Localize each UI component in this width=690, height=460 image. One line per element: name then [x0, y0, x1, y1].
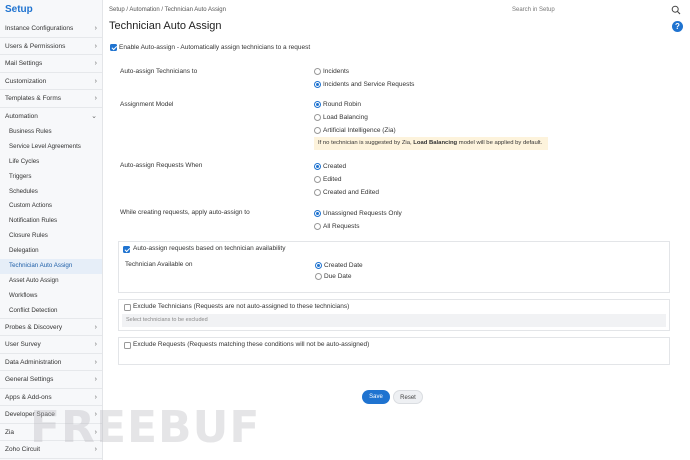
zia-info-note: If no technician is suggested by Zia, Lo… [314, 137, 548, 150]
enable-auto-assign-label: Enable Auto-assign - Automatically assig… [119, 44, 311, 51]
radio-unassigned-only-label: Unassigned Requests Only [323, 210, 402, 217]
exclude-technicians-input[interactable]: Select technicians to be excluded [122, 314, 666, 327]
radio-zia[interactable] [314, 127, 321, 134]
sidebar-item-automation[interactable]: Automation ⌄ [0, 108, 102, 126]
search-icon[interactable] [671, 5, 681, 15]
help-icon[interactable]: ? [672, 21, 683, 32]
chevron-right-icon: › [94, 95, 97, 102]
save-button[interactable]: Save [362, 390, 390, 404]
chevron-right-icon: › [94, 60, 97, 67]
sidebar-subitem-workflows[interactable]: Workflows [0, 289, 102, 304]
sidebar-subitem-sla[interactable]: Service Level Agreements [0, 140, 102, 155]
radio-all-requests-label: All Requests [323, 223, 360, 230]
radio-created-date[interactable] [315, 262, 322, 269]
assignment-model-label: Assignment Model [120, 101, 174, 108]
radio-zia-label: Artificial Intelligence (Zia) [323, 127, 396, 134]
chevron-down-icon: ⌄ [91, 112, 97, 120]
radio-unassigned-only[interactable] [314, 210, 321, 217]
breadcrumb[interactable]: Setup / Automation / Technician Auto Ass… [109, 7, 226, 13]
sidebar-title[interactable]: Setup [0, 0, 102, 20]
sidebar-subitem-triggers[interactable]: Triggers [0, 170, 102, 185]
sidebar-subitem-technician-auto-assign[interactable]: Technician Auto Assign [0, 259, 102, 274]
chevron-right-icon: › [94, 358, 97, 366]
chevron-right-icon: › [94, 376, 97, 384]
radio-created-label: Created [323, 163, 347, 170]
availability-checkbox-label: Auto-assign requests based on technician… [133, 245, 286, 252]
creating-requests-label: While creating requests, apply auto-assi… [120, 209, 250, 216]
page-title: Technician Auto Assign [109, 20, 222, 32]
radio-created-and-edited-label: Created and Edited [323, 189, 380, 196]
radio-incidents-service-requests-label: Incidents and Service Requests [323, 81, 415, 88]
sidebar-item-templates-forms[interactable]: Templates & Forms › [0, 90, 102, 108]
auto-assign-to-label: Auto-assign Technicians to [120, 68, 198, 75]
radio-incidents[interactable] [314, 68, 321, 75]
chevron-right-icon: › [94, 77, 97, 85]
enable-auto-assign-checkbox[interactable] [110, 44, 117, 51]
radio-all-requests[interactable] [314, 223, 321, 230]
sidebar-item-data-administration[interactable]: Data Administration › [0, 354, 102, 372]
exclude-requests-label: Exclude Requests (Requests matching thes… [133, 341, 370, 348]
sidebar-item-customization[interactable]: Customization › [0, 73, 102, 90]
chevron-right-icon: › [94, 323, 97, 331]
watermark: FREEBUF [30, 402, 261, 453]
radio-round-robin[interactable] [314, 101, 321, 108]
sidebar-item-users-permissions[interactable]: Users & Permissions › [0, 38, 102, 55]
radio-round-robin-label: Round Robin [323, 101, 361, 108]
sidebar-subitem-closure-rules[interactable]: Closure Rules [0, 229, 102, 244]
sidebar-subitem-life-cycles[interactable]: Life Cycles [0, 155, 102, 170]
sidebar-subitem-business-rules[interactable]: Business Rules [0, 125, 102, 140]
radio-created[interactable] [314, 163, 321, 170]
radio-incidents-label: Incidents [323, 68, 350, 75]
sidebar-subitem-schedules[interactable]: Schedules [0, 185, 102, 200]
exclude-technicians-checkbox[interactable] [124, 304, 131, 311]
radio-created-and-edited[interactable] [314, 189, 321, 196]
chevron-right-icon: › [94, 42, 97, 50]
sidebar-item-general-settings[interactable]: General Settings › [0, 371, 102, 389]
search-input[interactable]: Search in Setup [512, 7, 555, 13]
radio-due-date[interactable] [315, 273, 322, 280]
radio-load-balancing-label: Load Balancing [323, 114, 368, 121]
exclude-requests-checkbox[interactable] [124, 342, 131, 349]
sidebar-subitem-asset-auto-assign[interactable]: Asset Auto Assign [0, 274, 102, 289]
exclude-technicians-label: Exclude Technicians (Requests are not au… [133, 303, 350, 310]
chevron-right-icon: › [94, 341, 97, 349]
technician-available-on-label: Technician Available on [125, 261, 193, 268]
sidebar-item-instance-configurations[interactable]: Instance Configurations › [0, 20, 102, 38]
availability-checkbox[interactable] [123, 246, 130, 253]
chevron-right-icon: › [94, 25, 97, 32]
sidebar-subitem-conflict-detection[interactable]: Conflict Detection [0, 304, 102, 319]
radio-due-date-label: Due Date [324, 273, 352, 280]
radio-incidents-service-requests[interactable] [314, 81, 321, 88]
radio-edited-label: Edited [323, 176, 342, 183]
sidebar: Setup Instance Configurations › Users & P… [0, 0, 103, 460]
sidebar-subitem-custom-actions[interactable]: Custom Actions [0, 199, 102, 214]
reset-button[interactable]: Reset [393, 390, 423, 404]
sidebar-subitem-delegation[interactable]: Delegation [0, 244, 102, 259]
radio-load-balancing[interactable] [314, 114, 321, 121]
sidebar-item-mail-settings[interactable]: Mail Settings › [0, 55, 102, 73]
sidebar-item-probes-discovery[interactable]: Probes & Discovery › [0, 319, 102, 337]
sidebar-item-user-survey[interactable]: User Survey › [0, 336, 102, 354]
radio-edited[interactable] [314, 176, 321, 183]
radio-created-date-label: Created Date [324, 262, 363, 269]
sidebar-subitem-notification-rules[interactable]: Notification Rules [0, 214, 102, 229]
requests-when-label: Auto-assign Requests When [120, 162, 203, 169]
